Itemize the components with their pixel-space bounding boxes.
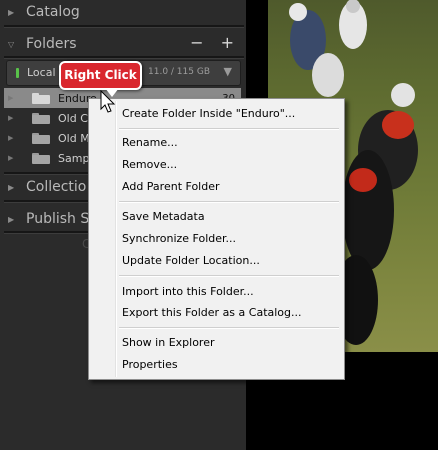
- menu-item-properties[interactable]: Properties: [122, 356, 178, 374]
- menu-separator: [119, 327, 339, 329]
- mouse-cursor-icon: [100, 90, 116, 113]
- triangle-right-icon: ▶: [8, 182, 15, 192]
- menu-item-save-metadata[interactable]: Save Metadata: [122, 208, 205, 226]
- folder-label: Old M: [58, 131, 90, 145]
- folders-label: Folders: [26, 36, 77, 52]
- menu-item-synchronize-folder[interactable]: Synchronize Folder...: [122, 230, 236, 248]
- folder-label: Samp: [58, 151, 90, 165]
- triangle-right-icon: ▶: [8, 214, 15, 224]
- divider: [4, 56, 244, 59]
- menu-item-add-parent-folder[interactable]: Add Parent Folder: [122, 178, 220, 196]
- folder-label: Old C: [58, 111, 88, 125]
- right-click-callout: Right Click: [59, 61, 142, 97]
- triangle-right-icon: ▶: [8, 134, 14, 142]
- folder-icon: [32, 112, 50, 124]
- menu-item-import[interactable]: Import into this Folder...: [122, 283, 254, 301]
- context-menu: Create Folder Inside "Enduro"... Rename.…: [88, 98, 345, 380]
- drive-led-icon: [16, 68, 19, 78]
- menu-item-remove[interactable]: Remove...: [122, 156, 177, 174]
- publish-label: Publish S: [26, 211, 90, 227]
- triangle-right-icon: ▶: [8, 94, 14, 102]
- menu-separator: [119, 275, 339, 277]
- menu-item-update-location[interactable]: Update Folder Location...: [122, 252, 260, 270]
- catalog-label: Catalog: [26, 4, 80, 20]
- menu-separator: [119, 201, 339, 203]
- volume-size: 11.0 / 115 GB: [148, 67, 210, 77]
- triangle-right-icon: ▶: [8, 7, 15, 17]
- menu-item-show-in-explorer[interactable]: Show in Explorer: [122, 334, 215, 352]
- folders-header-actions[interactable]: − +: [190, 33, 240, 52]
- menu-separator: [119, 128, 339, 130]
- collections-label: Collectio: [26, 179, 87, 195]
- menu-icon-gutter: [115, 101, 117, 377]
- catalog-header[interactable]: ▶ Catalog: [0, 1, 246, 23]
- menu-item-create-folder[interactable]: Create Folder Inside "Enduro"...: [122, 105, 295, 123]
- triangle-right-icon: ▶: [8, 154, 14, 162]
- triangle-right-icon: ▶: [8, 114, 14, 122]
- triangle-down-icon: ▽: [8, 39, 15, 49]
- volume-name: Local: [27, 66, 56, 79]
- folder-icon: [32, 132, 50, 144]
- folder-icon: [32, 92, 50, 104]
- menu-item-export-catalog[interactable]: Export this Folder as a Catalog...: [122, 304, 302, 322]
- menu-item-rename[interactable]: Rename...: [122, 134, 178, 152]
- triangle-down-icon: ▼: [223, 65, 232, 78]
- folder-icon: [32, 152, 50, 164]
- divider: [4, 25, 244, 28]
